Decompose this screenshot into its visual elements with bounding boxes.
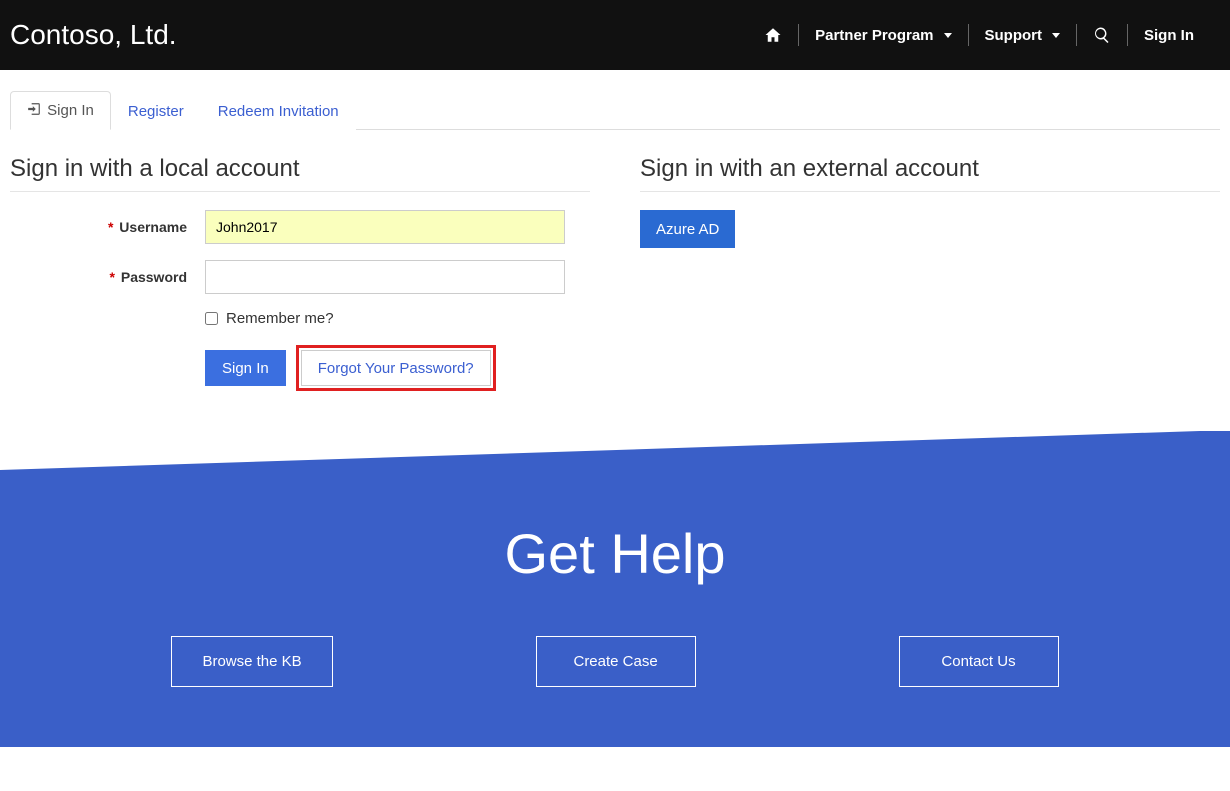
support-menu[interactable]: Support bbox=[969, 18, 1077, 52]
remember-me-checkbox[interactable] bbox=[205, 312, 218, 325]
sign-in-button[interactable]: Sign In bbox=[205, 350, 286, 386]
sign-in-button-label: Sign In bbox=[222, 360, 269, 377]
tab-redeem-label: Redeem Invitation bbox=[218, 103, 339, 120]
password-label-text: Password bbox=[121, 269, 187, 285]
username-row: * Username bbox=[10, 210, 590, 244]
contact-us-button[interactable]: Contact Us bbox=[899, 636, 1059, 687]
chevron-down-icon bbox=[944, 33, 952, 38]
partner-program-label: Partner Program bbox=[815, 27, 933, 44]
required-marker: * bbox=[108, 219, 113, 235]
tab-sign-in-label: Sign In bbox=[47, 102, 94, 119]
username-input[interactable] bbox=[205, 210, 565, 244]
forgot-password-button[interactable]: Forgot Your Password? bbox=[301, 350, 491, 386]
header-sign-in-link[interactable]: Sign In bbox=[1128, 18, 1210, 52]
home-icon bbox=[764, 26, 782, 44]
top-navbar: Contoso, Ltd. Partner Program Support Si… bbox=[0, 0, 1230, 70]
get-help-title: Get Help bbox=[0, 521, 1230, 586]
sign-in-icon bbox=[27, 102, 41, 116]
local-account-title: Sign in with a local account bbox=[10, 155, 590, 192]
tab-redeem-invitation[interactable]: Redeem Invitation bbox=[201, 92, 356, 130]
support-label: Support bbox=[985, 27, 1043, 44]
browse-kb-button[interactable]: Browse the KB bbox=[171, 636, 332, 687]
forgot-password-label: Forgot Your Password? bbox=[318, 360, 474, 377]
remember-me-label: Remember me? bbox=[226, 310, 334, 327]
create-case-button[interactable]: Create Case bbox=[536, 636, 696, 687]
home-link[interactable] bbox=[748, 18, 798, 52]
sign-in-button-row: Sign In Forgot Your Password? bbox=[205, 345, 590, 391]
forgot-password-highlight: Forgot Your Password? bbox=[296, 345, 496, 391]
tab-register-label: Register bbox=[128, 103, 184, 120]
slant-decoration bbox=[0, 430, 1230, 470]
azure-ad-button[interactable]: Azure AD bbox=[640, 210, 735, 248]
remember-me-row: Remember me? bbox=[205, 310, 590, 327]
password-label: * Password bbox=[10, 269, 205, 285]
required-marker: * bbox=[110, 269, 115, 285]
partner-program-menu[interactable]: Partner Program bbox=[799, 18, 967, 52]
search-button[interactable] bbox=[1077, 18, 1127, 52]
password-row: * Password bbox=[10, 260, 590, 294]
sign-in-content: Sign in with a local account * Username … bbox=[0, 130, 1230, 431]
create-case-label: Create Case bbox=[573, 653, 657, 670]
password-input[interactable] bbox=[205, 260, 565, 294]
external-account-column: Sign in with an external account Azure A… bbox=[640, 155, 1220, 391]
search-icon bbox=[1093, 26, 1111, 44]
local-account-column: Sign in with a local account * Username … bbox=[10, 155, 590, 391]
get-help-section: Get Help Browse the KB Create Case Conta… bbox=[0, 431, 1230, 747]
brand-title[interactable]: Contoso, Ltd. bbox=[10, 19, 177, 51]
contact-us-label: Contact Us bbox=[941, 653, 1015, 670]
username-label: * Username bbox=[10, 219, 205, 235]
header-sign-in-label: Sign In bbox=[1144, 27, 1194, 44]
tab-register[interactable]: Register bbox=[111, 92, 201, 130]
browse-kb-label: Browse the KB bbox=[202, 653, 301, 670]
azure-ad-label: Azure AD bbox=[656, 221, 719, 238]
username-label-text: Username bbox=[119, 219, 187, 235]
external-account-title: Sign in with an external account bbox=[640, 155, 1220, 192]
help-buttons-row: Browse the KB Create Case Contact Us bbox=[0, 636, 1230, 747]
tab-sign-in[interactable]: Sign In bbox=[10, 91, 111, 130]
chevron-down-icon bbox=[1052, 33, 1060, 38]
auth-tabs: Sign In Register Redeem Invitation bbox=[10, 90, 1220, 130]
